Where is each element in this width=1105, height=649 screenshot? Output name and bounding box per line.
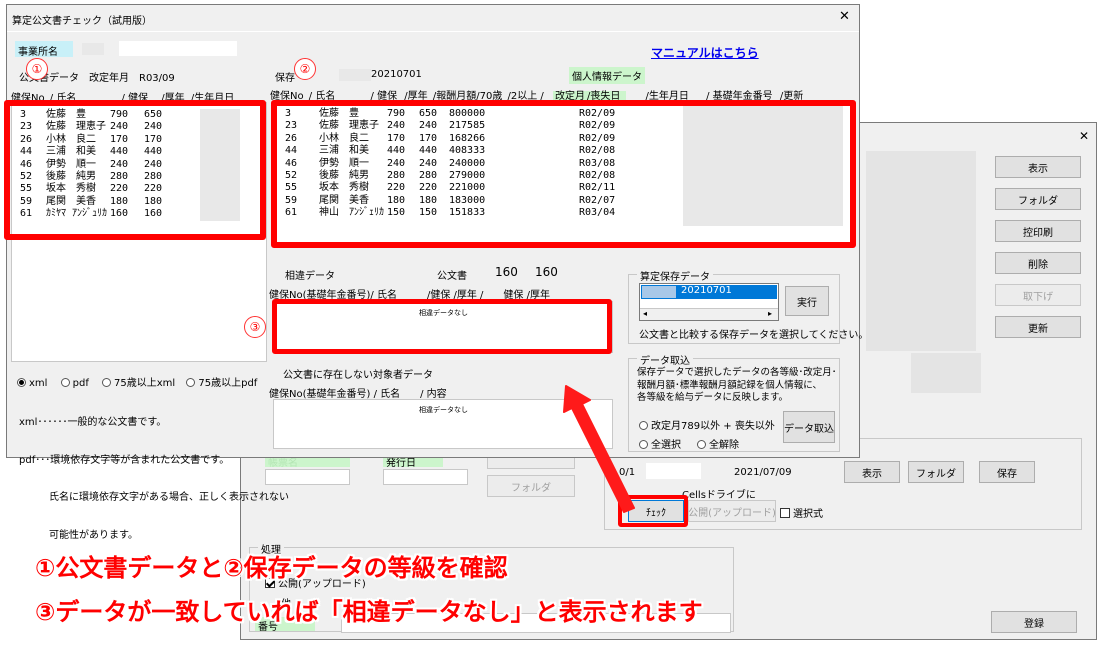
select-label: 選択式 [793, 509, 823, 520]
format-pdf-label: pdf [72, 378, 89, 389]
scroll-left-icon[interactable]: ◂ [643, 309, 647, 318]
format-options: xml pdf 75歳以上xml 75歳以上pdf [17, 374, 257, 389]
blurred-region [866, 151, 976, 351]
show-button[interactable]: 表示 [995, 156, 1081, 178]
format-note: 氏名に環境依存文字がある場合、正しく表示されない [19, 492, 289, 503]
format-xml-radio[interactable] [17, 378, 26, 387]
format-xml-label: xml [29, 378, 48, 389]
import-radio3-circle[interactable] [697, 440, 706, 449]
save-date: 20210701 [371, 69, 422, 80]
notexist-label: 公文書に存在しない対象者データ [283, 370, 433, 381]
cells-label: Cellsドライブに [682, 490, 756, 501]
import-radio3-label: 全解除 [709, 440, 739, 451]
left-field-2[interactable] [383, 469, 468, 485]
import-radio3[interactable]: 全解除 [697, 436, 739, 451]
import-radio1[interactable]: 改定月789以外 + 喪失以外 [639, 417, 775, 432]
print-button[interactable]: 控印刷 [995, 220, 1081, 242]
office-name-field [119, 41, 237, 56]
back-close-icon[interactable]: ✕ [1079, 129, 1089, 143]
import-desc-line: 報酬月額･標準報酬月額記録を個人情報に、 [637, 379, 822, 391]
register-button[interactable]: 登録 [991, 611, 1077, 633]
marker-1: ① [26, 58, 48, 80]
import-desc-line: 保存データで選択したデータの各等級･改定月･ [637, 367, 837, 378]
marker-2: ② [294, 58, 316, 80]
scroll-right-icon[interactable]: ▸ [768, 309, 772, 318]
title-separator [7, 31, 859, 32]
format-pdf[interactable]: pdf [60, 378, 89, 389]
import-group-title: データ取込 [637, 352, 693, 367]
lower-show-button[interactable]: 表示 [844, 461, 900, 483]
import-radio2-circle[interactable] [639, 440, 648, 449]
saved-listbox[interactable]: 20210701 ◂ ▸ [639, 283, 779, 321]
select-checkbox[interactable]: 選択式 [780, 505, 823, 520]
diff-label: 相違データ [285, 271, 335, 282]
publish-button[interactable]: 公開(アップロード) [688, 500, 776, 522]
caption-1: ①公文書データと②保存データの等級を確認 [35, 554, 508, 582]
save-label: 保存 [275, 73, 295, 84]
lower-save-button[interactable]: 保存 [979, 461, 1035, 483]
manual-link[interactable]: マニュアルはこちら [651, 44, 759, 61]
save-blur [339, 69, 371, 81]
format-75pdf-radio[interactable] [186, 378, 196, 387]
saved-note: 公文書と比較する保存データを選択してください。 [639, 330, 869, 341]
close-icon[interactable]: ✕ [839, 9, 850, 24]
format-75xml-radio[interactable] [102, 378, 112, 387]
highlight-box-3 [272, 299, 612, 354]
format-note: pdf･･･環境依存文字等が含まれた公文書です。 [19, 454, 230, 466]
date-text: 2021/07/09 [734, 467, 792, 478]
count-field[interactable] [646, 463, 701, 479]
import-radio2[interactable]: 全選択 [639, 436, 681, 451]
import-radio1-circle[interactable] [639, 421, 648, 430]
format-75xml[interactable]: 75歳以上xml [102, 378, 175, 389]
format-75pdf-label: 75歳以上pdf [198, 378, 258, 389]
format-75xml-label: 75歳以上xml [114, 378, 176, 389]
lower-folder-button[interactable]: フォルダ [908, 461, 964, 483]
kobunsho-val2: 160 [535, 265, 558, 279]
import-desc: 保存データで選択したデータの各等級･改定月･ 報酬月額･標準報酬月額記録を個人情… [637, 367, 837, 405]
saved-group-title: 算定保存データ [637, 268, 713, 283]
update-button[interactable]: 更新 [995, 316, 1081, 338]
delete-button[interactable]: 削除 [995, 252, 1081, 274]
office-label: 事業所名 [15, 41, 73, 58]
office-code-blur [82, 43, 104, 55]
highlight-box-1 [4, 100, 266, 240]
notexist-none-text: 相違データなし [419, 406, 468, 414]
kobunsho-label: 公文書 [437, 271, 467, 282]
format-notes: xml･･････一般的な公文書です。 pdf･･･環境依存文字等が含まれた公文… [19, 392, 289, 567]
format-75pdf[interactable]: 75歳以上pdf [186, 378, 257, 389]
import-desc-line: 各等級を給与データに反映します。 [637, 392, 789, 403]
format-pdf-radio[interactable] [60, 378, 70, 387]
pointer-arrow-shape [563, 385, 635, 513]
saved-scrollbar[interactable]: ◂ ▸ [640, 308, 778, 320]
caption-2: ③データが一致していれば「相違データなし」と表示されます [35, 598, 703, 626]
run-button[interactable]: 実行 [785, 286, 829, 316]
pointer-arrow [563, 385, 635, 513]
blurred-region [911, 353, 981, 393]
personal-label: 個人情報データ [569, 67, 645, 84]
marker-3: ③ [244, 316, 266, 338]
saved-item-blur [642, 286, 676, 298]
import-radio1-label: 改定月789以外 + 喪失以外 [651, 421, 775, 432]
format-note: xml･･････一般的な公文書です。 [19, 417, 167, 428]
format-xml[interactable]: xml [17, 378, 47, 389]
withdraw-button[interactable]: 取下げ [995, 284, 1081, 306]
highlight-box-2 [271, 100, 856, 248]
import-radio2-label: 全選択 [651, 440, 681, 451]
folder-button[interactable]: フォルダ [995, 188, 1081, 210]
import-button[interactable]: データ取込 [783, 411, 835, 443]
notexist-cols: 健保No(基礎年金番号) / 氏名 / 内容 [269, 389, 447, 400]
select-checkbox-box[interactable] [780, 508, 790, 518]
kobunsho-val1: 160 [495, 265, 518, 279]
format-note: 可能性があります。 [19, 529, 138, 541]
window-title: 算定公文書チェック（試用版） [12, 16, 152, 27]
